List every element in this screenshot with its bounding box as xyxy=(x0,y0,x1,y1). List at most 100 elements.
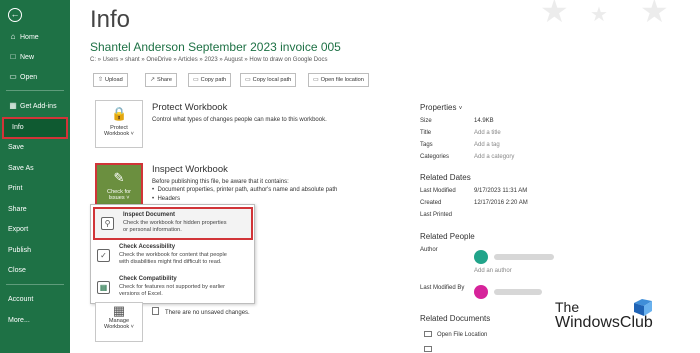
add-tag-field[interactable]: Add a tag xyxy=(474,142,500,148)
decorative-star-icon: ★ xyxy=(540,0,569,29)
compatibility-icon: ▦ xyxy=(97,281,110,294)
new-file-icon: □ xyxy=(10,52,16,61)
sidebar-item-account[interactable]: Account xyxy=(0,290,70,310)
author-label: Author xyxy=(420,247,438,253)
protect-workbook-title: Protect Workbook xyxy=(152,102,228,113)
sidebar-item-label: Export xyxy=(8,226,29,233)
lock-icon: 🔒 xyxy=(111,106,128,121)
author-name-redacted xyxy=(494,254,554,260)
sidebar-item-print[interactable]: Print xyxy=(0,179,70,199)
sidebar-item-more[interactable]: More... xyxy=(0,311,70,331)
menu-item-desc: Check for features not supported by earl… xyxy=(119,284,226,290)
copy-local-path-button[interactable]: ▭ Copy local path xyxy=(240,73,297,87)
sidebar-item-label: Account xyxy=(8,296,34,303)
last-modified-by-label: Last Modified By xyxy=(420,285,465,291)
menu-item-desc: versions of Excel. xyxy=(119,291,163,297)
add-title-field[interactable]: Add a title xyxy=(474,130,501,136)
properties-heading[interactable]: Properties ˅ xyxy=(420,103,462,112)
inspect-workbook-title: Inspect Workbook xyxy=(152,164,228,175)
menu-item-desc: with disabilities might find difficult t… xyxy=(119,259,222,265)
sidebar-item-label: Close xyxy=(8,267,26,274)
date-value: 12/17/2016 2:20 AM xyxy=(474,200,528,206)
file-name: Shantel Anderson September 2023 invoice … xyxy=(90,40,341,54)
property-label: Size xyxy=(420,118,432,124)
manage-workbook-icon: ▦ xyxy=(112,303,126,318)
sidebar-item-label: Info xyxy=(12,124,24,131)
menu-item-title: Check Compatibility xyxy=(119,276,177,282)
property-label: Categories xyxy=(420,154,450,160)
share-icon: ↗ xyxy=(150,77,156,83)
check-tile-label2: Issues ˅ xyxy=(108,195,130,201)
sidebar-item-new[interactable]: □ New xyxy=(0,47,70,67)
menu-item-check-accessibility[interactable]: ✓ Check Accessibility Check the workbook… xyxy=(91,241,254,271)
inspect-bullet: • Document properties, printer path, aut… xyxy=(152,187,338,193)
upload-label: Upload xyxy=(105,77,123,83)
menu-item-check-compatibility[interactable]: ▦ Check Compatibility Check for features… xyxy=(91,273,254,303)
sidebar-item-save-as[interactable]: Save As xyxy=(0,159,70,179)
sidebar-item-close[interactable]: Close xyxy=(0,261,70,281)
date-label: Last Modified xyxy=(420,188,456,194)
menu-item-desc: Check the workbook for hidden properties xyxy=(123,220,227,226)
copy-path-label: Copy path xyxy=(200,77,227,83)
add-author-link[interactable]: Add an author xyxy=(474,268,512,274)
sidebar-item-open[interactable]: ▭ Open xyxy=(0,67,70,87)
related-people-heading: Related People xyxy=(420,232,475,241)
folder-icon xyxy=(424,346,432,352)
copy-icon: ▭ xyxy=(245,77,251,83)
folder-icon: ▭ xyxy=(313,77,319,83)
open-file-location-button[interactable]: ▭ Open file location xyxy=(308,73,369,87)
avatar xyxy=(474,250,488,264)
sidebar-divider xyxy=(6,90,64,91)
back-arrow-icon[interactable]: ← xyxy=(8,8,22,22)
sidebar-item-info[interactable]: Info xyxy=(2,117,68,139)
sidebar-item-label: Save xyxy=(8,144,24,151)
manage-workbook-button[interactable]: ▦ Manage Workbook ˅ xyxy=(95,302,143,342)
sidebar-item-label: Print xyxy=(8,185,23,192)
modifier-name-redacted xyxy=(494,289,542,295)
protect-tile-label2: Workbook ˅ xyxy=(104,131,134,137)
upload-button[interactable]: ⇧ Upload xyxy=(93,73,128,87)
grid-icon: ▦ xyxy=(9,101,17,110)
sidebar-item-save[interactable]: Save xyxy=(0,138,70,158)
open-file-location-label: Open file location xyxy=(320,77,364,83)
unsaved-changes-status: There are no unsaved changes. xyxy=(152,307,250,316)
menu-item-desc: or personal information. xyxy=(123,227,182,233)
backstage-sidebar: ← ⌂ Home □ New ▭ Open ▦ Get Add-ins Info Sav… xyxy=(0,0,70,353)
accessibility-icon: ✓ xyxy=(97,249,110,262)
protect-workbook-button[interactable]: 🔒 Protect Workbook ˅ xyxy=(95,100,143,148)
sidebar-divider xyxy=(6,284,64,285)
home-icon: ⌂ xyxy=(10,32,16,41)
add-category-field[interactable]: Add a category xyxy=(474,154,514,160)
copy-local-path-label: Copy local path xyxy=(252,77,292,83)
copy-icon: ▭ xyxy=(193,77,199,83)
sidebar-item-label: More... xyxy=(8,317,30,324)
check-for-issues-menu: ⚲ Inspect Document Check the workbook fo… xyxy=(90,204,255,304)
upload-icon: ⇧ xyxy=(98,77,104,83)
inspect-workbook-desc: Before publishing this file, be aware th… xyxy=(152,179,289,185)
folder-icon: ▭ xyxy=(9,72,17,81)
avatar xyxy=(474,285,488,299)
date-value: 9/17/2023 11:31 AM xyxy=(474,188,528,194)
sidebar-item-label: Save As xyxy=(8,165,34,172)
property-label: Tags xyxy=(420,142,433,148)
sidebar-item-publish[interactable]: Publish xyxy=(0,241,70,261)
document-check-icon: ✎ xyxy=(113,170,125,185)
property-value: 14.9KB xyxy=(474,118,494,124)
sidebar-item-get-add-ins[interactable]: ▦ Get Add-ins xyxy=(0,96,70,116)
sidebar-item-label: Get Add-ins xyxy=(20,103,57,110)
copy-path-button[interactable]: ▭ Copy path xyxy=(188,73,232,87)
sidebar-item-label: Open xyxy=(20,74,38,81)
sidebar-item-share[interactable]: Share xyxy=(0,200,70,220)
sidebar-item-home[interactable]: ⌂ Home xyxy=(0,27,70,47)
decorative-star-icon: ★ xyxy=(640,0,669,29)
menu-item-title: Check Accessibility xyxy=(119,244,176,250)
sidebar-item-export[interactable]: Export xyxy=(0,220,70,240)
open-file-location-link[interactable]: Open File Location xyxy=(424,331,487,338)
sidebar-item-label: New xyxy=(20,54,35,61)
manage-tile-label2: Workbook ˅ xyxy=(104,324,134,330)
property-label: Title xyxy=(420,130,432,136)
menu-item-inspect-document[interactable]: ⚲ Inspect Document Check the workbook fo… xyxy=(93,207,253,240)
folder-icon xyxy=(424,331,432,337)
inspect-document-icon: ⚲ xyxy=(101,217,114,230)
share-button[interactable]: ↗ Share xyxy=(145,73,177,87)
